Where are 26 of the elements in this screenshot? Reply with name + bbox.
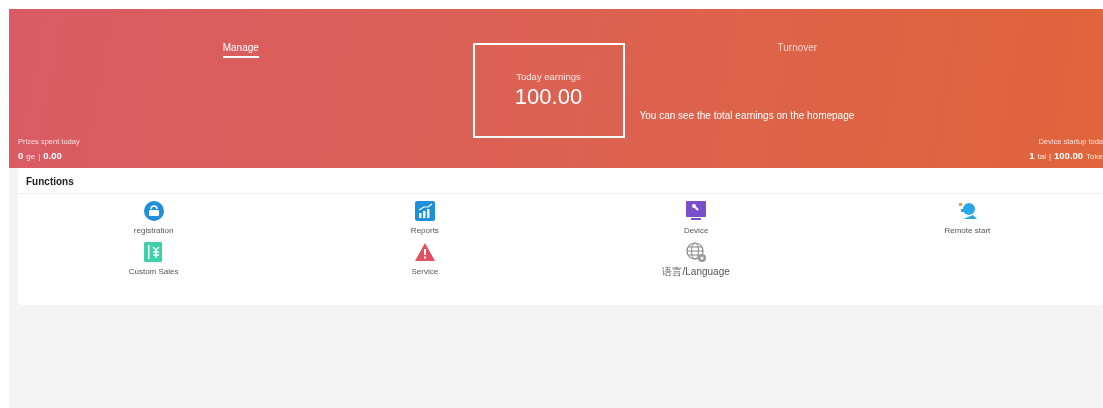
hint-text: You can see the total earnings on the homepage — [639, 110, 855, 121]
earnings-label: Today earnings — [516, 71, 581, 82]
stat-count: 1 — [1029, 150, 1035, 161]
earnings-value: 100.00 — [514, 84, 583, 110]
section-title: Functions — [18, 168, 1103, 194]
separator-text: | — [1048, 152, 1052, 161]
warning-icon[interactable] — [414, 242, 435, 262]
sales-ledger-icon[interactable] — [143, 242, 164, 262]
monitor-icon[interactable] — [686, 201, 707, 221]
function-link[interactable]: registration — [133, 226, 174, 235]
bar-chart-icon[interactable] — [414, 201, 435, 221]
function-link[interactable]: Device — [683, 226, 709, 235]
stat-unit: ge — [26, 152, 36, 161]
function-link[interactable]: Custom Sales — [128, 267, 179, 276]
stat-unit: Toke — [1086, 152, 1103, 161]
stat-count: 0 — [18, 150, 24, 161]
separator-text: | — [38, 152, 41, 161]
stat-amount: 100.00 — [1054, 150, 1084, 161]
stat-amount: 0.00 — [43, 150, 62, 161]
function-link[interactable]: Reports — [410, 226, 439, 235]
function-link[interactable]: Service — [411, 267, 439, 276]
globe-icon[interactable] — [686, 242, 707, 262]
tab[interactable]: Manage — [222, 42, 259, 58]
function-link[interactable]: Remote start — [944, 226, 991, 235]
function-link[interactable]: 语言/Language — [662, 265, 730, 279]
stat-unit: tai — [1037, 152, 1046, 161]
